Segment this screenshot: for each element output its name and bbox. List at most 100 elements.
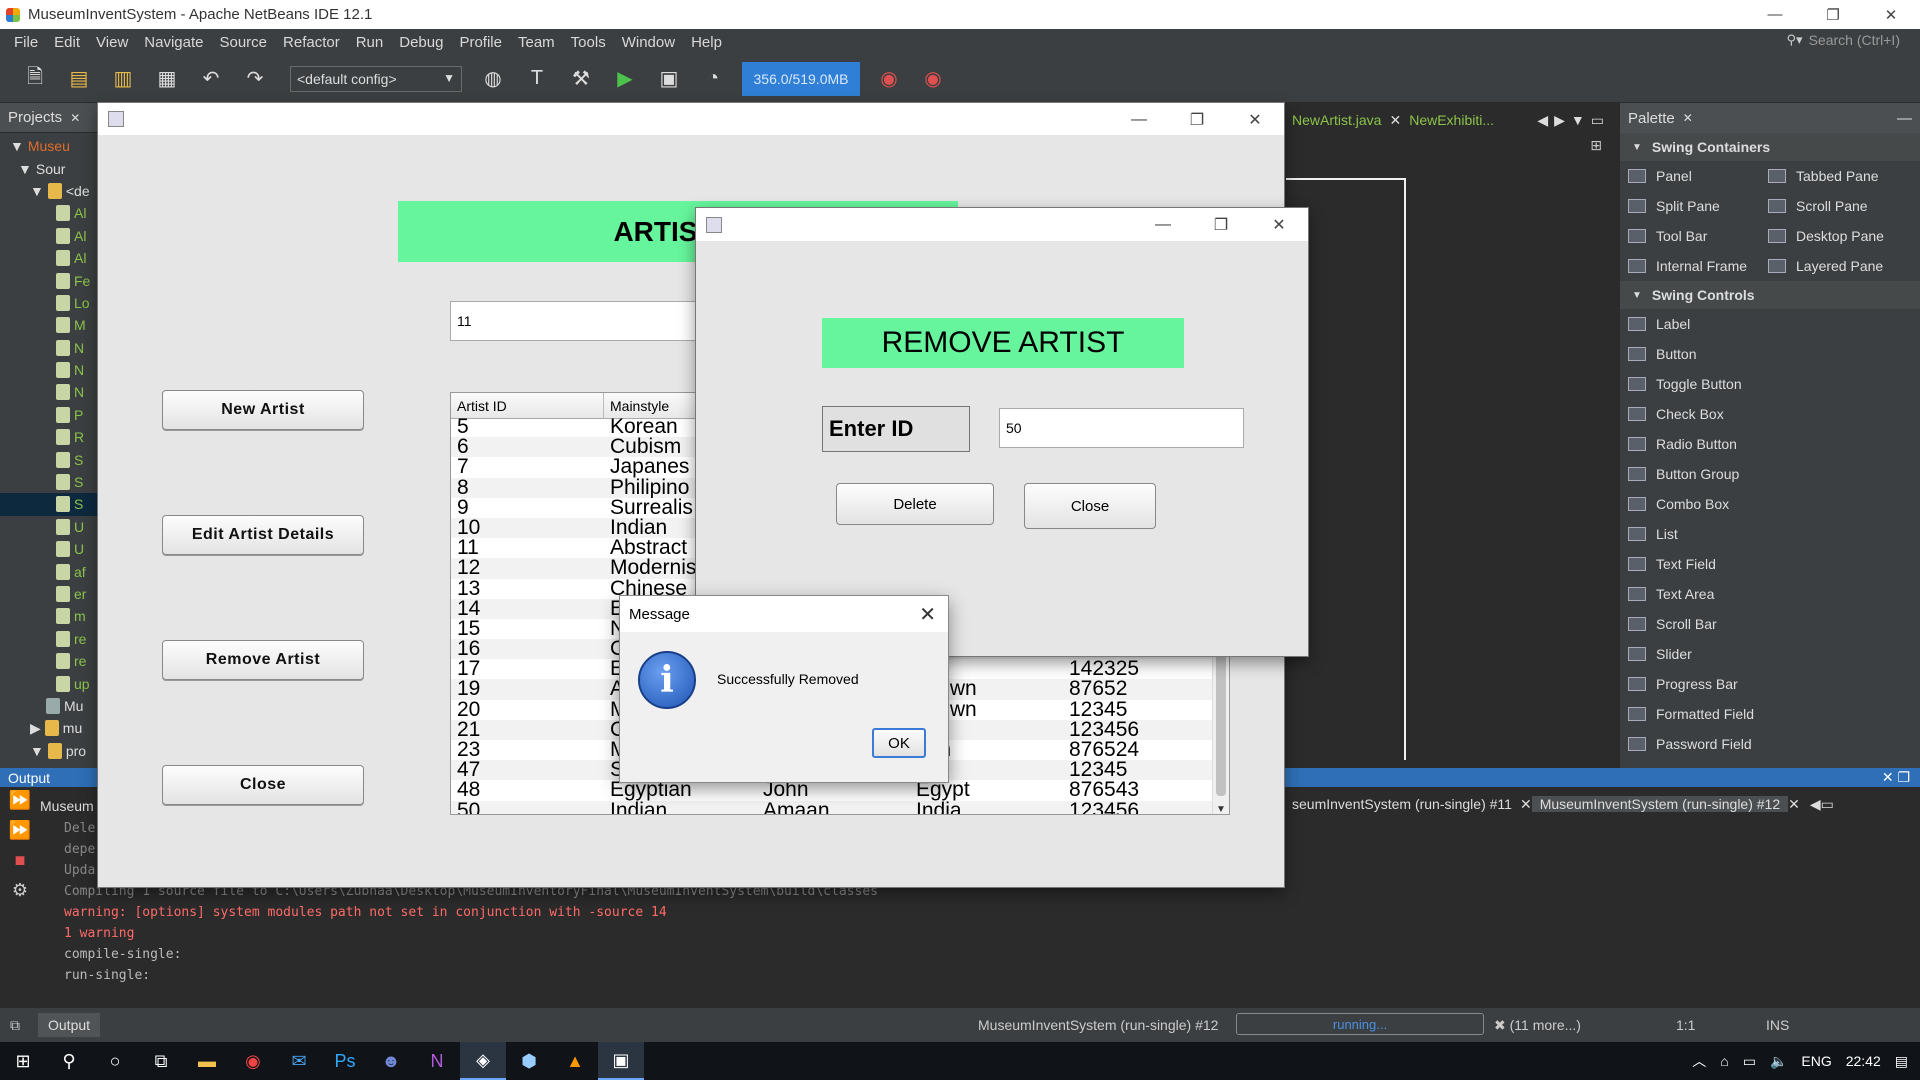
- scroll-down-icon[interactable]: ▼: [1216, 804, 1226, 814]
- close-window-button[interactable]: Close: [162, 765, 364, 805]
- windows-start-icon[interactable]: ⊞: [0, 1042, 46, 1080]
- tree-node[interactable]: ▼ Museu: [0, 135, 98, 157]
- palette-item[interactable]: Scroll Bar: [1620, 609, 1920, 639]
- volume-icon[interactable]: 🔈: [1770, 1053, 1787, 1070]
- swing-controls-section[interactable]: ▼ Swing Controls: [1620, 281, 1920, 309]
- table-row[interactable]: 50 Indian Amaan India 123456: [451, 800, 1214, 814]
- close-icon[interactable]: ✕ ❐: [1882, 769, 1910, 786]
- delete-button[interactable]: Delete: [836, 483, 994, 525]
- tree-node[interactable]: Al: [0, 202, 98, 224]
- ok-button[interactable]: OK: [872, 728, 926, 758]
- profile-icon[interactable]: ◔: [698, 64, 728, 94]
- minimize-button[interactable]: —: [1746, 0, 1804, 29]
- tree-node[interactable]: Al: [0, 247, 98, 269]
- table-row[interactable]: 48 Egyptian John Egypt 876543: [451, 780, 1214, 800]
- tree-node[interactable]: re: [0, 650, 98, 672]
- menu-navigate[interactable]: Navigate: [136, 34, 211, 51]
- rerun-icon[interactable]: ⏩: [0, 790, 40, 820]
- palette-item[interactable]: Button Group: [1620, 459, 1920, 489]
- palette-item[interactable]: Desktop Pane: [1760, 221, 1900, 251]
- tree-node[interactable]: N: [0, 337, 98, 359]
- battery-icon[interactable]: ▭: [1743, 1053, 1756, 1070]
- network-icon[interactable]: ⌂: [1720, 1053, 1728, 1069]
- tree-node[interactable]: U: [0, 538, 98, 560]
- tree-node[interactable]: m: [0, 605, 98, 627]
- notifications-icon[interactable]: ▤: [1895, 1053, 1908, 1070]
- menu-run[interactable]: Run: [348, 34, 392, 51]
- tree-node[interactable]: ▶ mu: [0, 717, 98, 739]
- open-project-icon[interactable]: ▥: [108, 64, 138, 94]
- palette-item[interactable]: Formatted Field: [1620, 699, 1920, 729]
- remove-artist-button[interactable]: Remove Artist: [162, 640, 364, 680]
- artist-id-input[interactable]: 50: [999, 408, 1244, 448]
- undo-icon[interactable]: ↶: [196, 64, 226, 94]
- run-icon[interactable]: ▶: [610, 64, 640, 94]
- menu-help[interactable]: Help: [683, 34, 730, 51]
- palette-item[interactable]: Text Field: [1620, 549, 1920, 579]
- debug-icon[interactable]: ▣: [654, 64, 684, 94]
- column-artist-id[interactable]: Artist ID: [451, 393, 604, 418]
- clock[interactable]: 22:42: [1846, 1053, 1881, 1069]
- minimize-button[interactable]: —: [1110, 103, 1168, 136]
- palette-item[interactable]: Toggle Button: [1620, 369, 1920, 399]
- cortana-icon[interactable]: ○: [92, 1042, 138, 1080]
- swing-containers-section[interactable]: ▼ Swing Containers: [1620, 133, 1920, 161]
- menu-view[interactable]: View: [88, 34, 136, 51]
- menu-tools[interactable]: Tools: [563, 34, 614, 51]
- profile-gc-icon[interactable]: ◉: [918, 64, 948, 94]
- tree-node[interactable]: M: [0, 314, 98, 336]
- mail-icon[interactable]: ✉: [276, 1042, 322, 1080]
- build-hammer-icon[interactable]: T: [522, 64, 552, 94]
- tree-node[interactable]: Mu: [0, 695, 98, 717]
- palette-item[interactable]: Progress Bar: [1620, 669, 1920, 699]
- ide-search[interactable]: ⚲▾ Search (Ctrl+I): [1787, 32, 1900, 48]
- rerun-with-icon[interactable]: ⏩: [0, 820, 40, 850]
- close-button[interactable]: ✕: [1250, 208, 1308, 241]
- onenote-icon[interactable]: N: [414, 1042, 460, 1080]
- java-app-icon[interactable]: ⬢: [506, 1042, 552, 1080]
- tree-node[interactable]: P: [0, 404, 98, 426]
- scrollbar-thumb[interactable]: [1216, 632, 1226, 796]
- config-select[interactable]: <default config> ▼: [290, 65, 462, 92]
- palette-item[interactable]: Tabbed Pane: [1760, 161, 1900, 191]
- add-icon[interactable]: ⊞: [1590, 137, 1602, 154]
- task-view-icon[interactable]: ⧉: [138, 1042, 184, 1080]
- tab-newexhibition[interactable]: NewExhibiti...: [1401, 112, 1502, 128]
- menu-team[interactable]: Team: [510, 34, 563, 51]
- palette-item[interactable]: List: [1620, 519, 1920, 549]
- globe-icon[interactable]: ◍: [478, 64, 508, 94]
- palette-item[interactable]: Radio Button: [1620, 429, 1920, 459]
- tab-newartist[interactable]: NewArtist.java: [1284, 112, 1389, 128]
- tree-node[interactable]: ▼ pro: [0, 740, 98, 762]
- discord-icon[interactable]: ☻: [368, 1042, 414, 1080]
- edit-artist-button[interactable]: Edit Artist Details: [162, 515, 364, 555]
- menu-refactor[interactable]: Refactor: [275, 34, 348, 51]
- tree-node[interactable]: R: [0, 426, 98, 448]
- tree-node-selected[interactable]: S: [0, 493, 98, 516]
- close-button[interactable]: ✕: [1862, 0, 1920, 29]
- run-tab-11[interactable]: seumInventSystem (run-single) #11: [1284, 796, 1520, 812]
- tab-nav-arrows[interactable]: ◀▭: [1810, 796, 1834, 813]
- tree-node[interactable]: up: [0, 672, 98, 694]
- projects-tab[interactable]: Projects ✕: [0, 103, 98, 133]
- tree-node[interactable]: S: [0, 448, 98, 470]
- palette-item[interactable]: Label: [1620, 309, 1920, 339]
- palette-item[interactable]: Text Area: [1620, 579, 1920, 609]
- more-tasks[interactable]: ✖ (11 more...): [1494, 1017, 1581, 1034]
- palette-item[interactable]: Tool Bar: [1620, 221, 1760, 251]
- artist-search-input[interactable]: 11: [450, 301, 710, 341]
- chrome-icon[interactable]: ◉: [230, 1042, 276, 1080]
- photoshop-icon[interactable]: Ps: [322, 1042, 368, 1080]
- vlc-icon[interactable]: ▲: [552, 1042, 598, 1080]
- remove-close-button[interactable]: Close: [1024, 483, 1156, 529]
- menu-file[interactable]: File: [6, 34, 46, 51]
- minimize-button[interactable]: —: [1134, 208, 1192, 241]
- window-icon[interactable]: ⧉: [10, 1017, 20, 1034]
- tree-node[interactable]: Lo: [0, 292, 98, 314]
- tree-node[interactable]: S: [0, 471, 98, 493]
- menu-edit[interactable]: Edit: [46, 34, 88, 51]
- tree-node[interactable]: N: [0, 381, 98, 403]
- palette-item[interactable]: Split Pane: [1620, 191, 1760, 221]
- palette-tab[interactable]: Palette ✕ —: [1620, 103, 1920, 133]
- clean-build-icon[interactable]: ⚒: [566, 64, 596, 94]
